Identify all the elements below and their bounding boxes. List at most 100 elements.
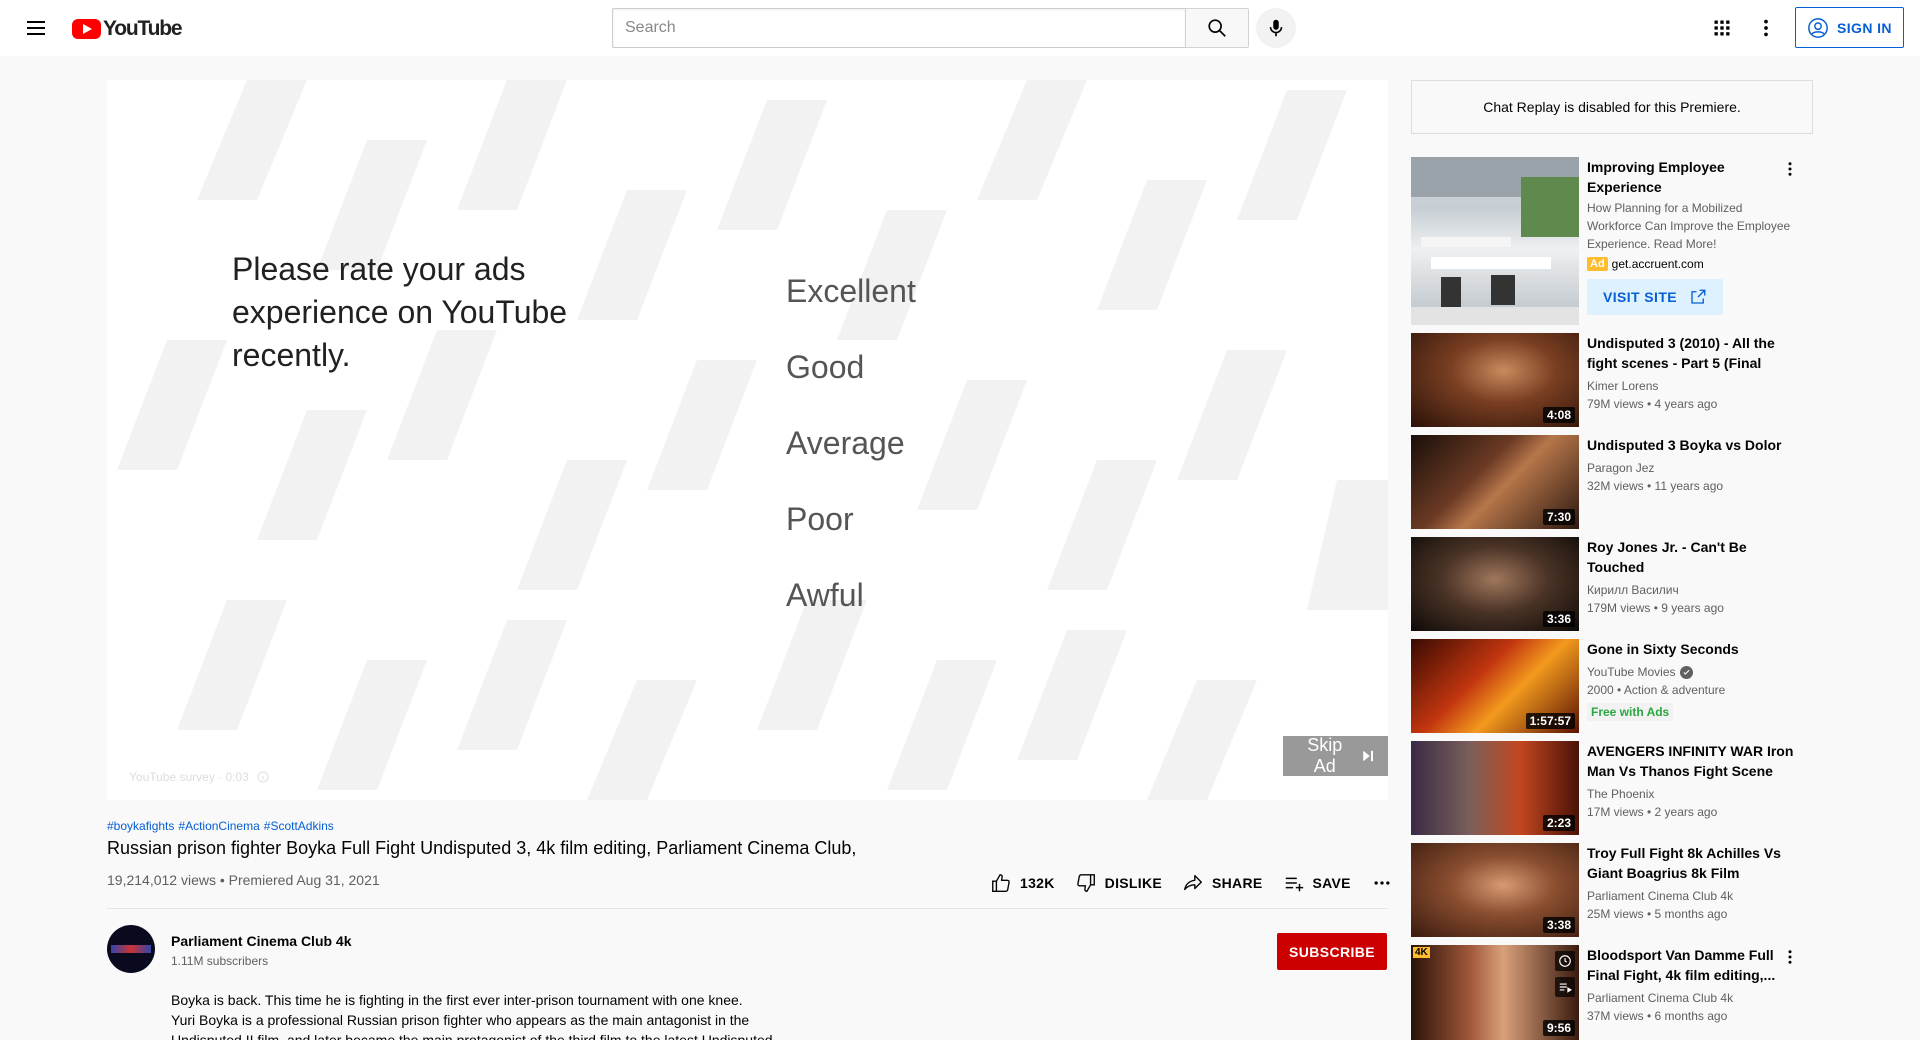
visit-site-button[interactable]: VISIT SITE	[1587, 279, 1724, 315]
search-button[interactable]	[1185, 8, 1249, 48]
video-title: Troy Full Fight 8k Achilles Vs Giant Boa…	[1587, 845, 1781, 881]
sidebar-video[interactable]: 2:23 AVENGERS INFINITY WAR Iron Man Vs T…	[1411, 741, 1813, 835]
apps-button[interactable]	[1706, 12, 1738, 44]
video-thumbnail[interactable]: 7:30	[1411, 435, 1579, 529]
video-title: Roy Jones Jr. - Can't Be Touched	[1587, 539, 1747, 575]
logo-text: YouTube	[103, 17, 183, 40]
sidebar-video[interactable]: 3:38 Troy Full Fight 8k Achilles Vs Gian…	[1411, 843, 1813, 937]
search-input[interactable]	[612, 8, 1185, 48]
search-icon	[1208, 19, 1226, 37]
channel-name[interactable]: Parliament Cinema Club 4k	[1587, 887, 1794, 905]
video-thumbnail[interactable]: 4:08	[1411, 333, 1579, 427]
hashtag-link[interactable]: #boykafights	[107, 819, 174, 833]
vertical-dots-icon	[1764, 19, 1768, 37]
sidebar-video[interactable]: 7:30 Undisputed 3 Boyka vs Dolor Paragon…	[1411, 435, 1813, 529]
survey-options: Excellent Good Average Poor Awful	[786, 266, 916, 646]
video-player[interactable]: Please rate your ads experience on YouTu…	[107, 80, 1388, 800]
sidebar-video[interactable]: 1:57:57 Gone in Sixty Seconds YouTube Mo…	[1411, 639, 1813, 733]
verified-check-icon	[1679, 665, 1693, 679]
survey-option-poor[interactable]: Poor	[786, 494, 916, 570]
subscribe-button[interactable]: SUBSCRIBE	[1277, 933, 1387, 970]
save-label: SAVE	[1312, 875, 1351, 891]
sidebar-video[interactable]: 4:08 Undisputed 3 (2010) - All the fight…	[1411, 333, 1813, 427]
survey-option-average[interactable]: Average	[786, 418, 916, 494]
ad-thumbnail[interactable]	[1411, 157, 1579, 325]
ad-badge: Ad	[1587, 257, 1608, 271]
sidebar-video[interactable]: 4K 9:56 Bloodsport Van Damme Full Final …	[1411, 945, 1813, 1040]
channel-name[interactable]: YouTube Movies	[1587, 663, 1676, 681]
sidebar-video[interactable]: 3:36 Roy Jones Jr. - Can't Be Touched Ки…	[1411, 537, 1813, 631]
hashtag-link[interactable]: #ActionCinema	[178, 819, 259, 833]
free-with-ads-badge: Free with Ads	[1587, 703, 1674, 721]
description-line: Boyka is back. This time he is fighting …	[171, 992, 743, 1008]
description-line: Yuri Boyka is a professional Russian pri…	[171, 1012, 750, 1028]
sidebar-ad[interactable]: Improving Employee Experience How Planni…	[1411, 157, 1813, 325]
channel-name[interactable]: Кирилл Василич	[1587, 581, 1794, 599]
view-count-date: 19,214,012 views • Premiered Aug 31, 202…	[107, 872, 380, 888]
video-thumbnail[interactable]: 2:23	[1411, 741, 1579, 835]
survey-footer-text: YouTube survey · 0:03	[129, 770, 249, 784]
ad-domain: get.accruent.com	[1611, 257, 1704, 271]
ad-source: Ad get.accruent.com	[1587, 257, 1794, 271]
save-button[interactable]: SAVE	[1273, 872, 1361, 894]
settings-more-button[interactable]	[1750, 12, 1782, 44]
youtube-logo[interactable]: YouTube	[72, 17, 183, 41]
channel-name[interactable]: Paragon Jez	[1587, 459, 1794, 477]
video-thumbnail[interactable]: 1:57:57	[1411, 639, 1579, 733]
ad-title: Improving Employee Experience	[1587, 159, 1725, 195]
survey-option-awful[interactable]: Awful	[786, 570, 916, 646]
channel-name[interactable]: Kimer Lorens	[1587, 377, 1794, 395]
thumbs-down-icon	[1076, 874, 1095, 892]
apps-grid-icon	[1714, 20, 1730, 36]
view-count: 79M views • 4 years ago	[1587, 397, 1718, 411]
share-button[interactable]: SHARE	[1172, 872, 1273, 894]
skip-next-icon	[1363, 750, 1374, 762]
skip-ad-button[interactable]: Skip Ad	[1283, 735, 1388, 776]
vertical-dots-icon	[1788, 162, 1792, 176]
video-thumbnail[interactable]: 3:36	[1411, 537, 1579, 631]
survey-question: Please rate your ads experience on YouTu…	[232, 251, 568, 373]
info-icon[interactable]	[257, 771, 269, 783]
share-label: SHARE	[1212, 875, 1263, 891]
video-thumbnail[interactable]: 4K 9:56	[1411, 945, 1579, 1040]
dislike-button[interactable]: DISLIKE	[1065, 872, 1172, 894]
video-menu-button[interactable]	[1778, 945, 1802, 969]
thumbnail-hover-actions	[1555, 951, 1575, 997]
vertical-dots-icon	[1788, 950, 1792, 964]
visit-site-label: VISIT SITE	[1603, 289, 1678, 305]
watch-later-icon[interactable]	[1555, 951, 1575, 971]
sign-in-button[interactable]: SIGN IN	[1795, 7, 1904, 48]
chat-replay-notice: Chat Replay is disabled for this Premier…	[1411, 80, 1813, 134]
hashtag-link[interactable]: #ScottAdkins	[264, 819, 334, 833]
video-title: Undisputed 3 Boyka vs Dolor	[1587, 437, 1782, 453]
hashtags: #boykafights #ActionCinema #ScottAdkins	[107, 819, 334, 833]
guide-menu-button[interactable]	[20, 12, 52, 44]
channel-line: YouTube Movies	[1587, 663, 1794, 681]
survey-footer: YouTube survey · 0:03	[129, 770, 269, 784]
channel-name[interactable]: Parliament Cinema Club 4k	[171, 933, 352, 949]
channel-logo-image	[111, 945, 151, 953]
survey-option-good[interactable]: Good	[786, 342, 916, 418]
channel-name[interactable]: Parliament Cinema Club 4k	[1587, 989, 1794, 1007]
video-duration: 3:38	[1542, 917, 1575, 933]
survey-option-excellent[interactable]: Excellent	[786, 266, 916, 342]
video-thumbnail[interactable]: 3:38	[1411, 843, 1579, 937]
add-to-queue-icon[interactable]	[1555, 977, 1575, 997]
video-title: Russian prison fighter Boyka Full Fight …	[107, 838, 857, 858]
4k-badge: 4K	[1413, 947, 1430, 958]
description-line: Undisputed II film, and later became the…	[171, 1032, 773, 1040]
share-icon	[1184, 874, 1202, 891]
video-title: AVENGERS INFINITY WAR Iron Man Vs Thanos…	[1587, 743, 1794, 779]
more-actions-button[interactable]	[1367, 873, 1397, 893]
video-duration: 4:08	[1542, 407, 1575, 423]
ad-menu-button[interactable]	[1778, 157, 1802, 181]
view-count: 25M views • 5 months ago	[1587, 907, 1728, 921]
office-image	[1411, 157, 1579, 325]
view-count: 32M views • 11 years ago	[1587, 479, 1724, 493]
skip-ad-label: Skip Ad	[1307, 735, 1343, 776]
like-button[interactable]: 132K	[980, 872, 1065, 894]
channel-avatar[interactable]	[107, 925, 155, 973]
survey-background-pattern	[117, 80, 1388, 800]
channel-name[interactable]: The Phoenix	[1587, 785, 1794, 803]
voice-search-button[interactable]	[1256, 8, 1296, 48]
